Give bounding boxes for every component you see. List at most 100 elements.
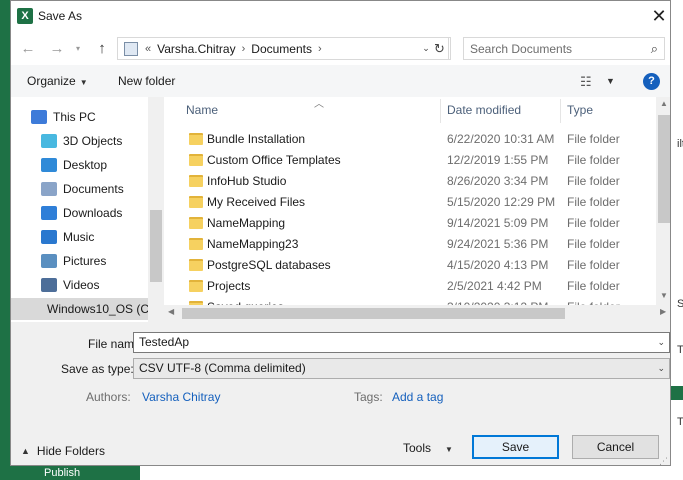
tags-label: Tags: <box>354 390 383 404</box>
excel-partial-char: S <box>677 298 683 310</box>
file-name: Bundle Installation <box>207 132 306 146</box>
nav-item-label: 3D Objects <box>63 134 123 148</box>
file-row[interactable]: Custom Office Templates 12/2/2019 1:55 P… <box>164 150 656 171</box>
videos-icon <box>41 278 57 292</box>
column-header-type[interactable]: Type <box>567 97 593 123</box>
add-tag-link[interactable]: Add a tag <box>392 390 443 404</box>
nav-item-music[interactable]: Music <box>11 226 148 248</box>
tools-label: Tools <box>403 441 432 455</box>
nav-item-label: Desktop <box>63 158 108 172</box>
breadcrumb-separator[interactable]: › <box>315 43 325 55</box>
file-row[interactable]: InfoHub Studio 8/26/2020 3:34 PM File fo… <box>164 171 656 192</box>
column-divider[interactable] <box>440 99 441 123</box>
refresh-button[interactable]: ↻ <box>429 37 451 60</box>
scroll-up-icon[interactable]: ▲ <box>656 99 670 108</box>
folder-icon <box>189 133 203 145</box>
file-row[interactable]: NameMapping23 9/24/2021 5:36 PM File fol… <box>164 234 656 255</box>
change-view-button[interactable]: ☷ <box>580 74 592 90</box>
arrow-right-icon: → <box>49 40 65 57</box>
breadcrumb-user[interactable]: Varsha.Chitray <box>154 42 238 56</box>
chevron-up-icon: ▲ <box>21 446 30 456</box>
file-name-field[interactable]: TestedAp ⌄ <box>133 332 670 353</box>
search-input[interactable]: Search Documents ⌕ <box>463 37 665 60</box>
chevron-down-icon[interactable]: ⌄ <box>657 333 665 352</box>
recent-locations-button[interactable]: ▾ <box>71 38 85 60</box>
file-list-horizontal-scrollbar[interactable]: ◀ ▶ <box>164 305 670 322</box>
file-name: InfoHub Studio <box>207 174 287 188</box>
desktop-icon <box>41 158 57 172</box>
nav-item-desktop[interactable]: Desktop <box>11 154 148 176</box>
scrollbar-thumb[interactable] <box>182 308 565 319</box>
breadcrumb-documents[interactable]: Documents <box>248 42 315 56</box>
nav-item-documents[interactable]: Documents <box>11 178 148 200</box>
nav-item-label: Windows10_OS (C:) <box>47 302 157 316</box>
help-button[interactable]: ? <box>643 73 660 90</box>
nav-item-windows10-os[interactable]: Windows10_OS (C:) <box>11 298 156 320</box>
file-row[interactable]: Projects 2/5/2021 4:42 PM File folder <box>164 276 656 297</box>
column-header-name[interactable]: Name <box>186 97 218 123</box>
view-options-button[interactable]: ▼ <box>606 76 615 86</box>
caret-down-icon: ▼ <box>79 78 88 87</box>
file-row[interactable]: Bundle Installation 6/22/2020 10:31 AM F… <box>164 129 656 150</box>
search-placeholder: Search Documents <box>470 41 573 56</box>
new-folder-button[interactable]: New folder <box>118 74 175 88</box>
file-date: 6/22/2020 10:31 AM <box>447 132 555 146</box>
folder-icon <box>189 238 203 250</box>
organize-label: Organize <box>27 74 76 88</box>
close-button[interactable]: ✕ <box>647 4 670 28</box>
scroll-left-icon[interactable]: ◀ <box>168 307 174 316</box>
nav-item-pictures[interactable]: Pictures <box>11 250 148 272</box>
file-type: File folder <box>567 237 620 251</box>
chevron-down-icon: ▾ <box>75 44 80 53</box>
file-row[interactable]: My Received Files 5/15/2020 12:29 PM Fil… <box>164 192 656 213</box>
scrollbar-thumb[interactable] <box>658 115 670 223</box>
breadcrumb-overflow[interactable]: « <box>142 43 154 55</box>
file-name-value: TestedAp <box>139 335 190 349</box>
file-name: NameMapping23 <box>207 237 299 251</box>
file-row[interactable]: NameMapping 9/14/2021 5:09 PM File folde… <box>164 213 656 234</box>
file-type: File folder <box>567 216 620 230</box>
file-row[interactable]: PostgreSQL databases 4/15/2020 4:13 PM F… <box>164 255 656 276</box>
folder-icon <box>189 154 203 166</box>
file-name: NameMapping <box>207 216 286 230</box>
excel-partial-char: ilt <box>677 138 683 150</box>
back-button[interactable]: ← <box>17 38 39 60</box>
scrollbar-thumb[interactable] <box>150 210 162 282</box>
nav-item-videos[interactable]: Videos <box>11 274 148 296</box>
scroll-right-icon[interactable]: ▶ <box>660 307 666 316</box>
nav-item-downloads[interactable]: Downloads <box>11 202 148 224</box>
column-divider[interactable] <box>560 99 561 123</box>
forward-button[interactable]: → <box>46 38 68 60</box>
cancel-button[interactable]: Cancel <box>572 435 659 459</box>
scroll-down-icon[interactable]: ▼ <box>656 291 670 300</box>
nav-item-label: Pictures <box>63 254 107 268</box>
column-header-date-modified[interactable]: Date modified <box>447 97 521 123</box>
authors-value[interactable]: Varsha Chitray <box>142 390 220 404</box>
nav-item-label: Videos <box>63 278 100 292</box>
file-list-vertical-scrollbar[interactable]: ▲ ▼ <box>656 97 670 305</box>
nav-pane-scrollbar[interactable] <box>148 97 164 322</box>
save-button[interactable]: Save <box>472 435 559 459</box>
address-bar[interactable]: « Varsha.Chitray › Documents › ⌄ <box>117 37 449 60</box>
file-date: 5/15/2020 12:29 PM <box>447 195 556 209</box>
excel-app-icon: X <box>17 8 33 24</box>
resize-grip-icon[interactable]: ⋰ <box>659 456 668 465</box>
hide-folders-button[interactable]: ▲ Hide Folders <box>21 444 105 458</box>
tools-button[interactable]: Tools ▼ <box>403 441 453 455</box>
document-icon <box>41 182 57 196</box>
save-as-type-label: Save as type: <box>61 362 134 376</box>
excel-partial-char: T <box>677 344 683 356</box>
nav-item-label: Documents <box>63 182 124 196</box>
organize-button[interactable]: Organize ▼ <box>27 74 88 88</box>
save-as-type-select[interactable]: CSV UTF-8 (Comma delimited) ⌄ <box>133 358 670 379</box>
refresh-icon: ↻ <box>434 41 445 56</box>
folder-icon <box>189 196 203 208</box>
breadcrumb-separator[interactable]: › <box>239 43 249 55</box>
arrow-up-icon: ↑ <box>98 40 106 57</box>
nav-item-3d-objects[interactable]: 3D Objects <box>11 130 148 152</box>
command-bar: Organize ▼ New folder ☷ ▼ ? <box>11 65 670 97</box>
excel-background-right: ilt S T T <box>670 0 683 480</box>
nav-item-this-pc[interactable]: This PC <box>11 106 148 128</box>
up-button[interactable]: ↑ <box>91 38 113 60</box>
nav-item-label: Music <box>63 230 95 244</box>
